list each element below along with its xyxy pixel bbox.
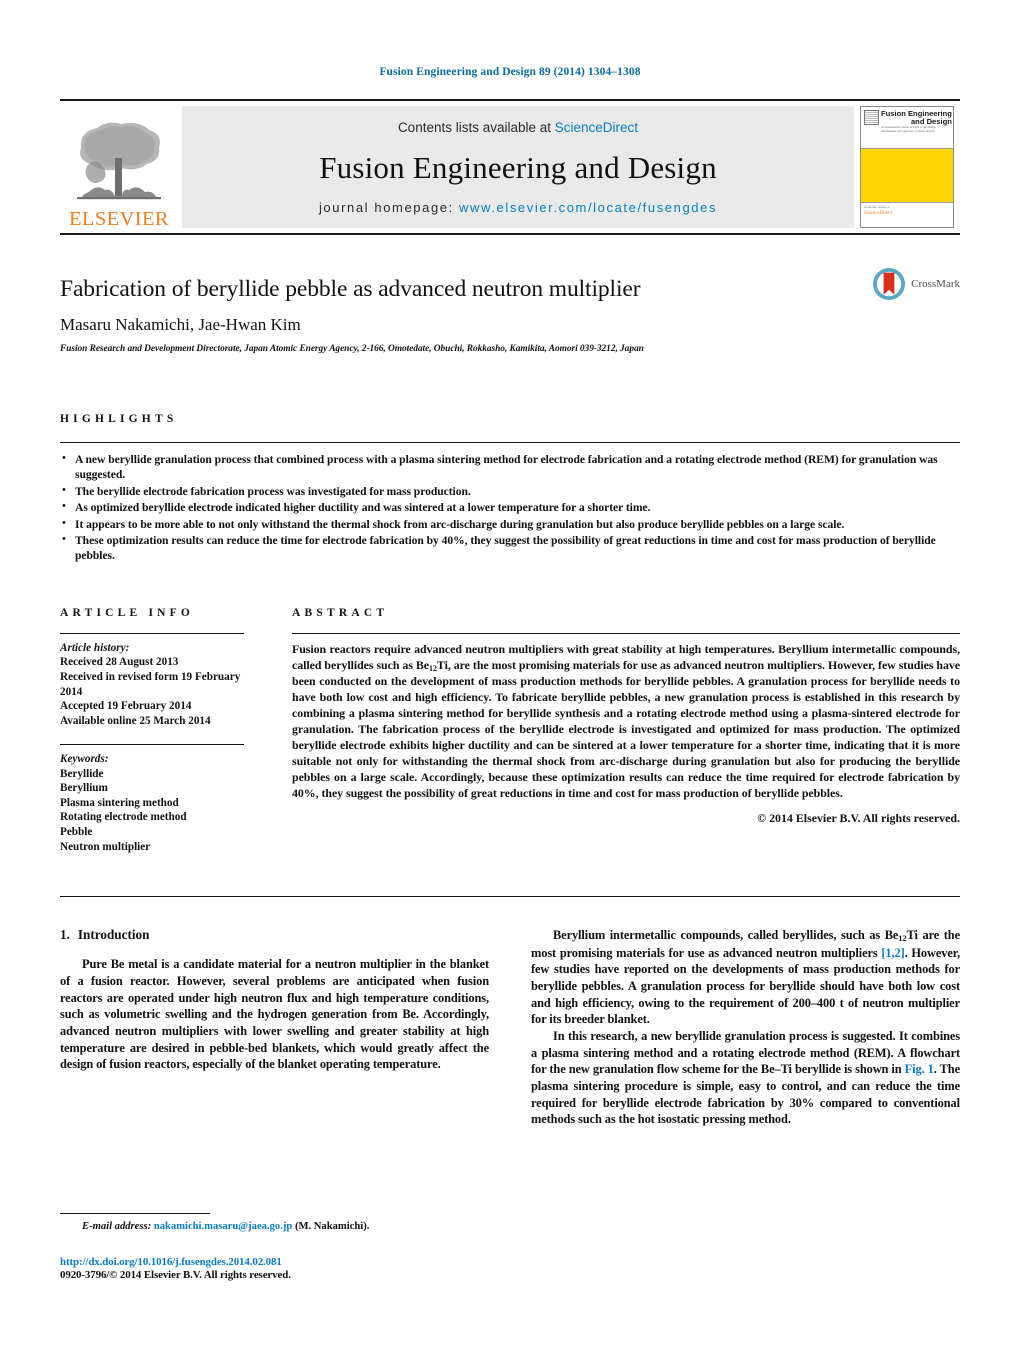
keyword-item: Rotating electrode method [60,811,187,824]
body-column-right: Beryllium intermetallic compounds, calle… [531,927,960,1128]
history-item: Available online 25 March 2014 [60,714,211,727]
highlights-heading: HIGHLIGHTS [60,413,178,425]
article-info-column: ARTICLE INFO Article history: Received 2… [60,607,292,854]
keyword-item: Pebble [60,826,93,839]
crossmark-label: CrossMark [911,278,960,290]
highlights-list: A new beryllide granulation process that… [60,443,960,564]
para2-part-a: Beryllium intermetallic compounds, calle… [553,928,899,943]
article-title-block: Fabrication of beryllide pebble as advan… [60,268,960,371]
corresponding-email-line: E-mail address: nakamichi.masaru@jaea.go… [60,1221,510,1232]
article-info-heading: ARTICLE INFO [60,606,195,619]
info-abstract-row: ARTICLE INFO Article history: Received 2… [60,607,960,854]
journal-title: Fusion Engineering and Design [319,149,717,185]
footnote-rule [60,1213,210,1214]
cover-color-field [861,149,953,202]
sciencedirect-link[interactable]: ScienceDirect [555,120,638,135]
elsevier-logo: ELSEVIER [60,101,178,233]
homepage-prefix: journal homepage: [318,200,460,215]
abstract-subscript: 12 [429,663,437,673]
abstract-column: ABSTRACT Fusion reactors require advance… [292,607,960,854]
author-list: Masaru Nakamichi, Jae-Hwan Kim [60,315,301,335]
para3-part-a: In this research, a new beryllide granul… [531,1028,960,1077]
cover-footer-brand: ScienceDirect [864,211,893,217]
body-separator-rule [60,896,960,898]
cover-title-line2: and Design [910,116,952,126]
cover-badge-icon [864,110,879,125]
page-title: Fabrication of beryllide pebble as advan… [60,276,641,302]
figure-link[interactable]: Fig. 1 [905,1062,934,1076]
journal-masthead: ELSEVIER Contents lists available at Sci… [60,99,960,235]
paragraph: Beryllium intermetallic compounds, calle… [531,927,960,1028]
paragraph: In this research, a new beryllide granul… [531,1028,960,1128]
elsevier-tree-icon [77,122,161,199]
copyright-line: © 2014 Elsevier B.V. All rights reserved… [757,810,960,825]
keyword-item: Neutron multiplier [60,840,151,853]
list-item: The beryllide electrode fabrication proc… [60,483,960,499]
contents-prefix: Contents lists available at [397,120,555,135]
list-item: It appears to be more able to not only w… [60,516,960,532]
list-item: A new beryllide granulation process that… [60,451,960,483]
affiliation: Fusion Research and Development Director… [60,344,644,355]
highlights-section: HIGHLIGHTS A new beryllide granulation p… [60,413,960,564]
journal-cover-thumbnail: Fusion Engineering and Design an interna… [860,106,954,228]
elsevier-wordmark: ELSEVIER [69,207,169,230]
keyword-item: Plasma sintering method [60,796,179,809]
history-item: Received in revised form 19 February 201… [60,670,241,698]
crossmark-icon [873,268,906,300]
doi-link[interactable]: http://dx.doi.org/10.1016/j.fusengdes.20… [60,1256,510,1268]
journal-banner: Contents lists available at ScienceDirec… [182,106,854,228]
para2-subscript: 12 [898,933,907,944]
crossmark-badge[interactable]: CrossMark [872,267,960,301]
keyword-item: Beryllium [60,782,108,795]
body-column-left: 1. Introduction Pure Be metal is a candid… [60,927,489,1128]
email-owner: (M. Nakamichi). [294,1221,370,1232]
issn-copyright-line: 0920-3796/© 2014 Elsevier B.V. All right… [60,1269,291,1281]
list-item: As optimized beryllide electrode indicat… [60,499,960,515]
journal-article-page: Fusion Engineering and Design 89 (2014) … [0,0,1020,1351]
keywords-block: Keywords: Beryllide Beryllium Plasma sin… [60,745,244,854]
email-label: E-mail address: [82,1221,152,1232]
body-columns: 1. Introduction Pure Be metal is a candid… [60,927,960,1128]
reference-link[interactable]: [1,2] [881,946,904,960]
cover-footer: Available online at ScienceDirect [861,202,953,227]
history-item: Accepted 19 February 2014 [60,700,192,713]
history-item: Received 28 August 2013 [60,656,179,669]
keywords-label: Keywords: [60,753,109,766]
section-heading-introduction: 1. Introduction [60,927,489,943]
section-title-text: Introduction [77,927,150,943]
abstract-heading: ABSTRACT [292,606,389,619]
abstract-part2: Ti, are the most promising materials for… [292,657,960,800]
cover-subtitle: an international journal devoted to the … [881,125,937,134]
doi-block: http://dx.doi.org/10.1016/j.fusengdes.20… [60,1256,510,1281]
paragraph: Pure Be metal is a candidate material fo… [60,957,489,1072]
list-item: These optimization results can reduce th… [60,532,960,564]
cover-title-group: Fusion Engineering and Design an interna… [879,110,952,145]
article-history-block: Article history: Received 28 August 2013… [60,634,244,728]
article-history-label: Article history: [60,641,130,654]
email-link[interactable]: nakamichi.masaru@jaea.go.jp [154,1221,292,1232]
journal-cover-block: Fusion Engineering and Design an interna… [854,101,960,233]
abstract-text: Fusion reactors require advanced neutron… [292,634,960,802]
keyword-item: Beryllide [60,767,104,780]
cover-header: Fusion Engineering and Design an interna… [861,107,953,149]
running-head: Fusion Engineering and Design 89 (2014) … [379,66,641,78]
page-footer: E-mail address: nakamichi.masaru@jaea.go… [60,1213,510,1281]
journal-homepage-link[interactable]: www.elsevier.com/locate/fusengdes [459,200,717,215]
contents-available-line: Contents lists available at ScienceDirec… [398,120,638,135]
journal-homepage-line: journal homepage: www.elsevier.com/locat… [319,200,717,215]
section-number: 1. [60,927,70,943]
